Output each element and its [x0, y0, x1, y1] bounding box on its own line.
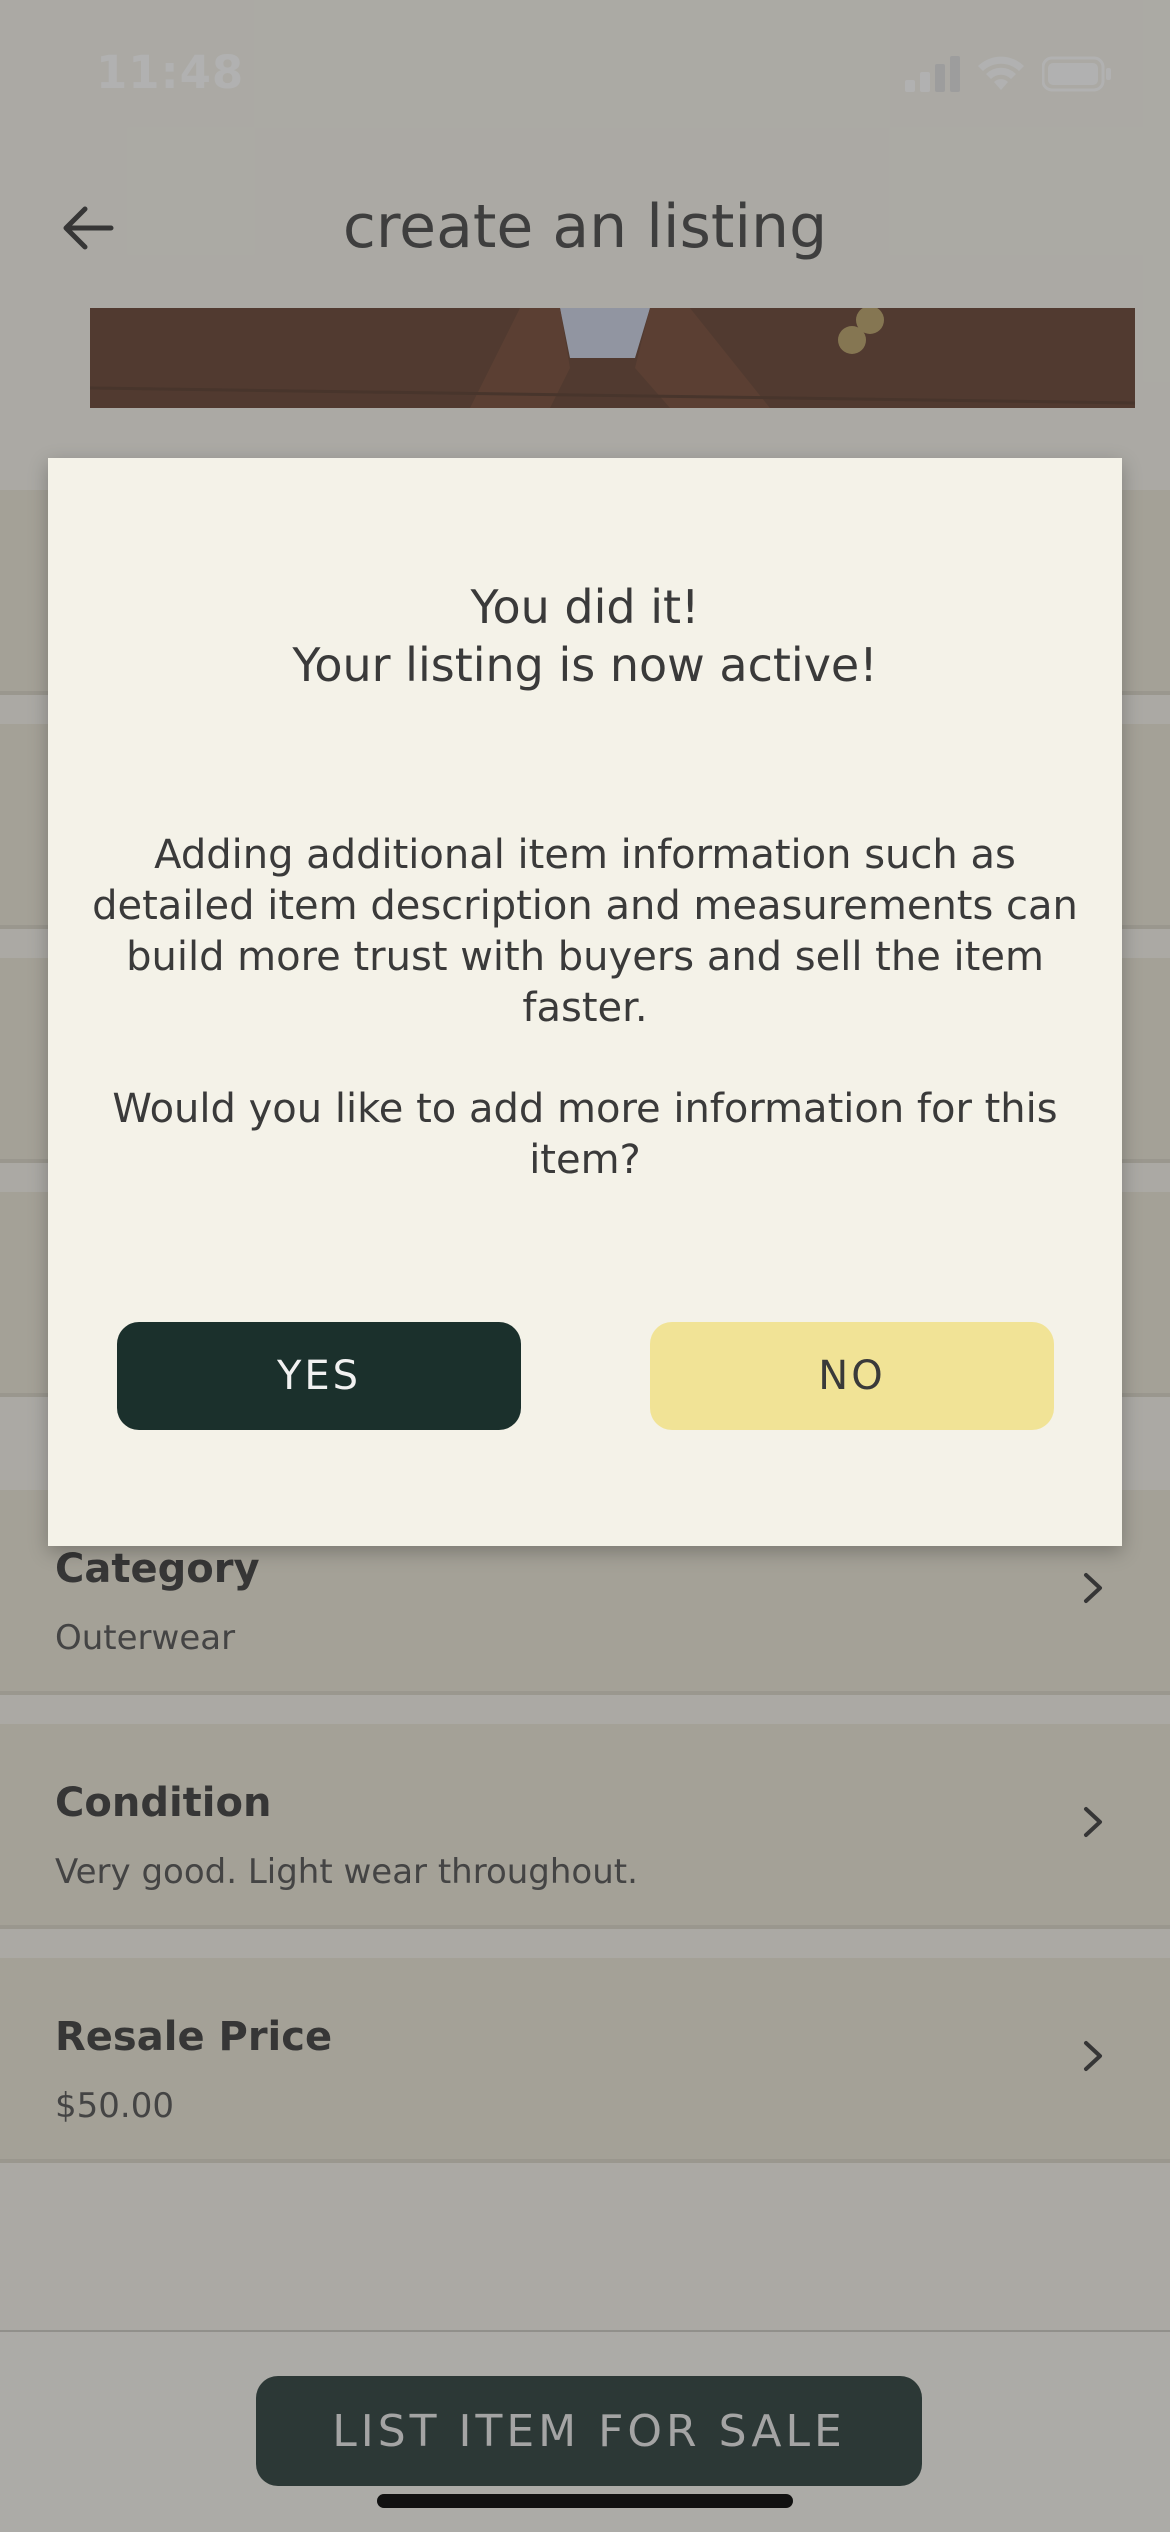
dialog-title-line-2: Your listing is now active! — [292, 638, 878, 692]
yes-button[interactable]: YES — [117, 1322, 521, 1430]
listing-active-dialog: You did it! Your listing is now active! … — [48, 458, 1122, 1546]
dialog-body-text: Adding additional item information such … — [92, 832, 1078, 1031]
dialog-title: You did it! Your listing is now active! — [48, 578, 1122, 694]
home-indicator — [377, 2494, 793, 2508]
no-button[interactable]: NO — [650, 1322, 1054, 1430]
dialog-title-line-1: You did it! — [470, 580, 700, 634]
dialog-question-text: Would you like to add more information f… — [112, 1086, 1058, 1183]
